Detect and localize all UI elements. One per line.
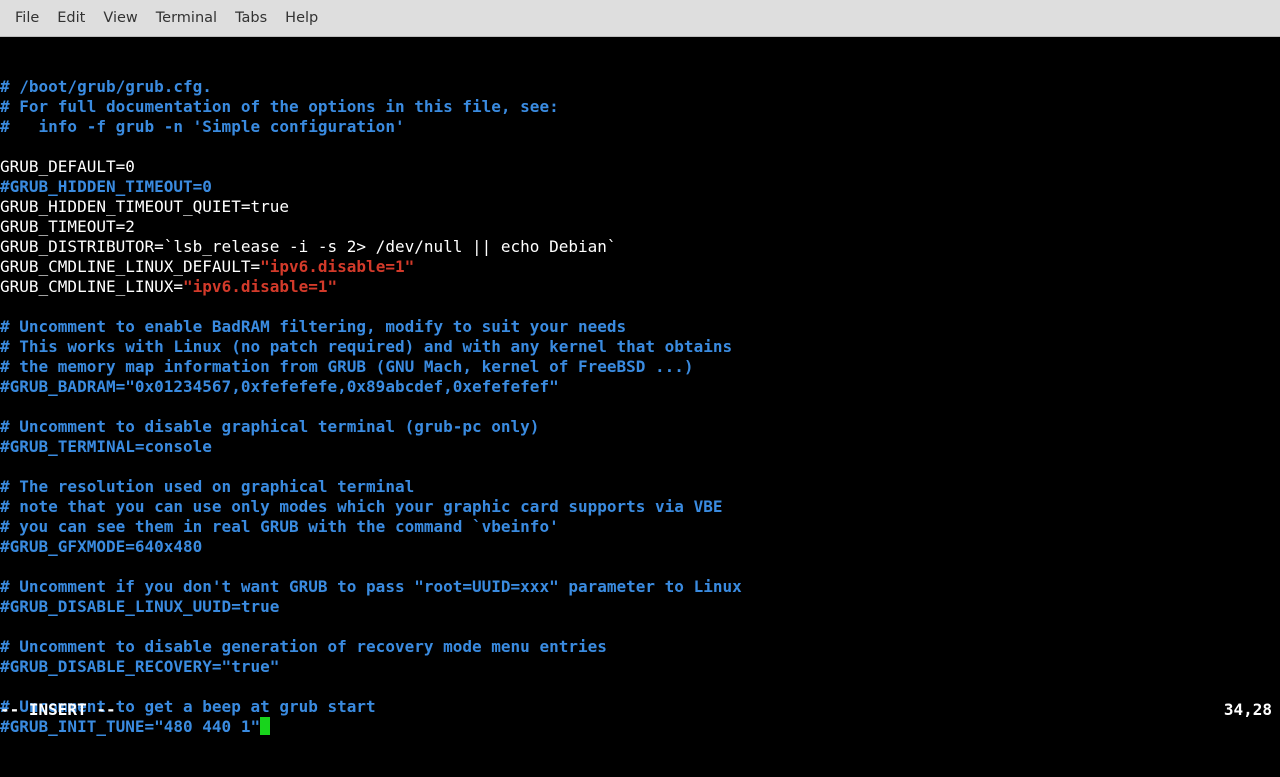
menu-help[interactable]: Help — [276, 6, 327, 30]
editor-line[interactable]: GRUB_HIDDEN_TIMEOUT_QUIET=true — [0, 197, 1280, 217]
editor-line[interactable]: GRUB_CMDLINE_LINUX="ipv6.disable=1" — [0, 277, 1280, 297]
code-comment: # This works with Linux (no patch requir… — [0, 337, 732, 356]
code-text: GRUB_DEFAULT=0 — [0, 157, 135, 176]
vim-status-bar: -- INSERT -- 34,28 — [0, 700, 1280, 720]
editor-line[interactable] — [0, 457, 1280, 477]
editor-line[interactable]: GRUB_CMDLINE_LINUX_DEFAULT="ipv6.disable… — [0, 257, 1280, 277]
editor-line[interactable]: GRUB_DEFAULT=0 — [0, 157, 1280, 177]
editor-content[interactable]: # /boot/grub/grub.cfg.# For full documen… — [0, 77, 1280, 737]
editor-line[interactable]: # note that you can use only modes which… — [0, 497, 1280, 517]
editor-line[interactable]: GRUB_DISTRIBUTOR=`lsb_release -i -s 2> /… — [0, 237, 1280, 257]
menu-terminal[interactable]: Terminal — [147, 6, 226, 30]
editor-line[interactable]: # Uncomment to disable generation of rec… — [0, 637, 1280, 657]
editor-line[interactable] — [0, 557, 1280, 577]
editor-line[interactable]: GRUB_TIMEOUT=2 — [0, 217, 1280, 237]
editor-line[interactable]: # info -f grub -n 'Simple configuration' — [0, 117, 1280, 137]
editor-line[interactable] — [0, 397, 1280, 417]
code-comment: #GRUB_DISABLE_RECOVERY="true" — [0, 657, 279, 676]
code-comment: #GRUB_TERMINAL=console — [0, 437, 212, 456]
editor-line[interactable] — [0, 677, 1280, 697]
editor-line[interactable]: #GRUB_DISABLE_RECOVERY="true" — [0, 657, 1280, 677]
code-comment: # Uncomment if you don't want GRUB to pa… — [0, 577, 742, 596]
menu-view[interactable]: View — [94, 6, 146, 30]
editor-line[interactable]: # Uncomment to enable BadRAM filtering, … — [0, 317, 1280, 337]
code-comment: # Uncomment to disable generation of rec… — [0, 637, 607, 656]
code-comment: #GRUB_HIDDEN_TIMEOUT=0 — [0, 177, 212, 196]
code-comment: #GRUB_GFXMODE=640x480 — [0, 537, 202, 556]
editor-line[interactable]: #GRUB_HIDDEN_TIMEOUT=0 — [0, 177, 1280, 197]
terminal-editor[interactable]: # /boot/grub/grub.cfg.# For full documen… — [0, 37, 1280, 720]
editor-line[interactable]: # Uncomment if you don't want GRUB to pa… — [0, 577, 1280, 597]
editor-line[interactable]: #GRUB_TERMINAL=console — [0, 437, 1280, 457]
code-comment: # you can see them in real GRUB with the… — [0, 517, 559, 536]
editor-line[interactable]: #GRUB_GFXMODE=640x480 — [0, 537, 1280, 557]
menu-tabs[interactable]: Tabs — [226, 6, 276, 30]
code-comment: # /boot/grub/grub.cfg. — [0, 77, 212, 96]
editor-line[interactable]: # Uncomment to disable graphical termina… — [0, 417, 1280, 437]
code-text: GRUB_CMDLINE_LINUX_DEFAULT= — [0, 257, 260, 276]
editor-line[interactable] — [0, 297, 1280, 317]
code-comment: # the memory map information from GRUB (… — [0, 357, 694, 376]
menubar: FileEditViewTerminalTabsHelp — [0, 0, 1280, 37]
menu-file[interactable]: File — [6, 6, 48, 30]
code-string: "ipv6.disable=1" — [183, 277, 337, 296]
code-text: GRUB_CMDLINE_LINUX= — [0, 277, 183, 296]
editor-line[interactable]: #GRUB_DISABLE_LINUX_UUID=true — [0, 597, 1280, 617]
vim-mode: -- INSERT -- — [0, 700, 116, 720]
code-text: GRUB_TIMEOUT=2 — [0, 217, 135, 236]
cursor-position: 34,28 — [1224, 700, 1272, 720]
code-comment: #GRUB_DISABLE_LINUX_UUID=true — [0, 597, 279, 616]
code-comment: # The resolution used on graphical termi… — [0, 477, 414, 496]
editor-line[interactable]: # For full documentation of the options … — [0, 97, 1280, 117]
code-comment: #GRUB_BADRAM="0x01234567,0xfefefefe,0x89… — [0, 377, 559, 396]
code-text: GRUB_HIDDEN_TIMEOUT_QUIET=true — [0, 197, 289, 216]
code-comment: # info -f grub -n 'Simple configuration' — [0, 117, 405, 136]
code-comment: # For full documentation of the options … — [0, 97, 559, 116]
editor-line[interactable] — [0, 617, 1280, 637]
code-text: GRUB_DISTRIBUTOR=`lsb_release -i -s 2> /… — [0, 237, 617, 256]
editor-line[interactable]: # /boot/grub/grub.cfg. — [0, 77, 1280, 97]
code-comment: # Uncomment to disable graphical termina… — [0, 417, 539, 436]
editor-line[interactable]: #GRUB_BADRAM="0x01234567,0xfefefefe,0x89… — [0, 377, 1280, 397]
editor-line[interactable]: # the memory map information from GRUB (… — [0, 357, 1280, 377]
code-comment: # note that you can use only modes which… — [0, 497, 722, 516]
editor-line[interactable]: #GRUB_INIT_TUNE="480 440 1" — [0, 717, 1280, 737]
editor-line[interactable]: # This works with Linux (no patch requir… — [0, 337, 1280, 357]
editor-line[interactable]: # The resolution used on graphical termi… — [0, 477, 1280, 497]
code-string: "ipv6.disable=1" — [260, 257, 414, 276]
editor-line[interactable]: # you can see them in real GRUB with the… — [0, 517, 1280, 537]
menu-edit[interactable]: Edit — [48, 6, 94, 30]
code-comment: # Uncomment to enable BadRAM filtering, … — [0, 317, 626, 336]
editor-line[interactable] — [0, 137, 1280, 157]
